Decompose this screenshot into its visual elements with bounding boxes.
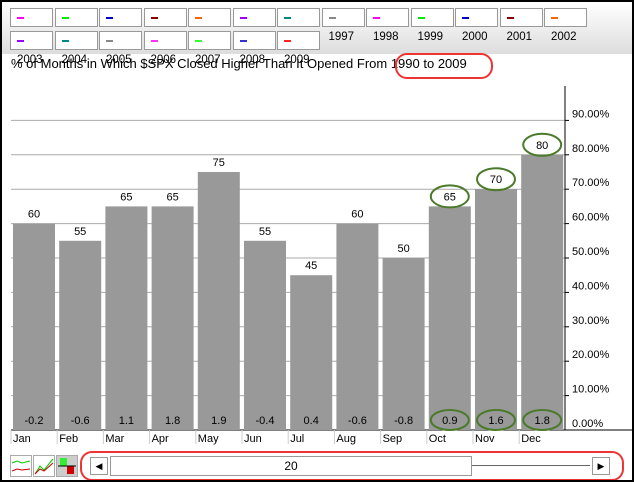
- bar-Apr: [151, 206, 194, 430]
- avg-change-label: -0.2: [25, 415, 44, 427]
- x-tick-label: Jul: [290, 433, 304, 445]
- bar-chart: 0.00% 10.00% 20.00% 30.00% 40.00% 50.00% 60.00…: [10, 86, 632, 445]
- bar-Sep: [382, 258, 425, 430]
- avg-change-label: 1.8: [165, 415, 180, 427]
- y-tick-label: 90.00%: [572, 108, 610, 120]
- avg-change-label: 1.9: [211, 415, 226, 427]
- y-tick-label: 0.00%: [572, 418, 603, 430]
- bar-value-label: 75: [213, 157, 225, 169]
- bar-Nov: [475, 189, 517, 430]
- y-tick-label: 60.00%: [572, 212, 610, 224]
- x-tick-label: Nov: [475, 433, 495, 445]
- avg-change-label: -0.6: [71, 415, 90, 427]
- scroll-track[interactable]: [472, 465, 590, 466]
- avg-change-label: 0.9: [442, 415, 457, 427]
- range-scrollbar[interactable]: ◀ 20 ▶: [80, 451, 624, 480]
- x-tick-label: Oct: [429, 433, 446, 445]
- avg-change-label: -0.4: [256, 415, 275, 427]
- y-tick-label: 10.00%: [572, 384, 610, 396]
- bar-Aug: [336, 223, 379, 430]
- x-tick-label: Mar: [105, 433, 124, 445]
- bar-Dec: [521, 154, 564, 431]
- bar-May: [197, 172, 240, 430]
- bar-Feb: [59, 240, 102, 430]
- bar-mode-icon[interactable]: [56, 455, 78, 477]
- bar-value-label: 80: [536, 140, 548, 152]
- x-tick-label: Dec: [521, 433, 541, 445]
- bar-value-label: 60: [28, 209, 40, 221]
- bar-value-label: 60: [351, 209, 363, 221]
- y-tick-label: 80.00%: [572, 143, 610, 155]
- bar-value-label: 55: [74, 226, 86, 238]
- x-tick-label: Feb: [59, 433, 78, 445]
- bar-value-label: 50: [397, 243, 409, 255]
- bar-Jan: [13, 223, 55, 430]
- bar-Jul: [290, 275, 333, 430]
- avg-change-label: 1.6: [488, 415, 503, 427]
- y-tick-label: 20.00%: [572, 349, 610, 361]
- x-tick-label: Aug: [336, 433, 356, 445]
- scroll-left-button[interactable]: ◀: [90, 457, 108, 475]
- y-tick-label: 70.00%: [572, 177, 610, 189]
- chart-window: 1990199119921993199419951996199719981999…: [0, 0, 634, 482]
- scroll-thumb[interactable]: 20: [110, 456, 472, 476]
- x-tick-label: Jun: [244, 433, 262, 445]
- trend-chart-icon[interactable]: [33, 455, 55, 477]
- x-tick-label: May: [198, 433, 219, 445]
- avg-change-label: 1.8: [535, 415, 550, 427]
- x-tick-label: Sep: [383, 433, 403, 445]
- avg-change-label: -0.6: [348, 415, 367, 427]
- scroll-right-button[interactable]: ▶: [592, 457, 610, 475]
- bar-value-label: 55: [259, 226, 271, 238]
- bar-value-label: 70: [490, 174, 502, 186]
- bar-Oct: [428, 206, 471, 430]
- bar-value-label: 65: [444, 191, 456, 203]
- line-chart-icon[interactable]: [10, 455, 32, 477]
- y-tick-label: 30.00%: [572, 315, 610, 327]
- bar-value-label: 45: [305, 260, 317, 272]
- bar-value-label: 65: [166, 191, 178, 203]
- y-tick-label: 40.00%: [572, 280, 610, 292]
- x-tick-label: Jan: [13, 433, 31, 445]
- avg-change-label: 1.1: [119, 415, 134, 427]
- y-tick-label: 50.00%: [572, 246, 610, 258]
- avg-change-label: -0.8: [394, 415, 413, 427]
- bar-value-label: 65: [120, 191, 132, 203]
- x-tick-label: Apr: [152, 433, 169, 445]
- bar-Jun: [244, 240, 286, 430]
- bar-Mar: [105, 206, 148, 430]
- avg-change-label: 0.4: [304, 415, 319, 427]
